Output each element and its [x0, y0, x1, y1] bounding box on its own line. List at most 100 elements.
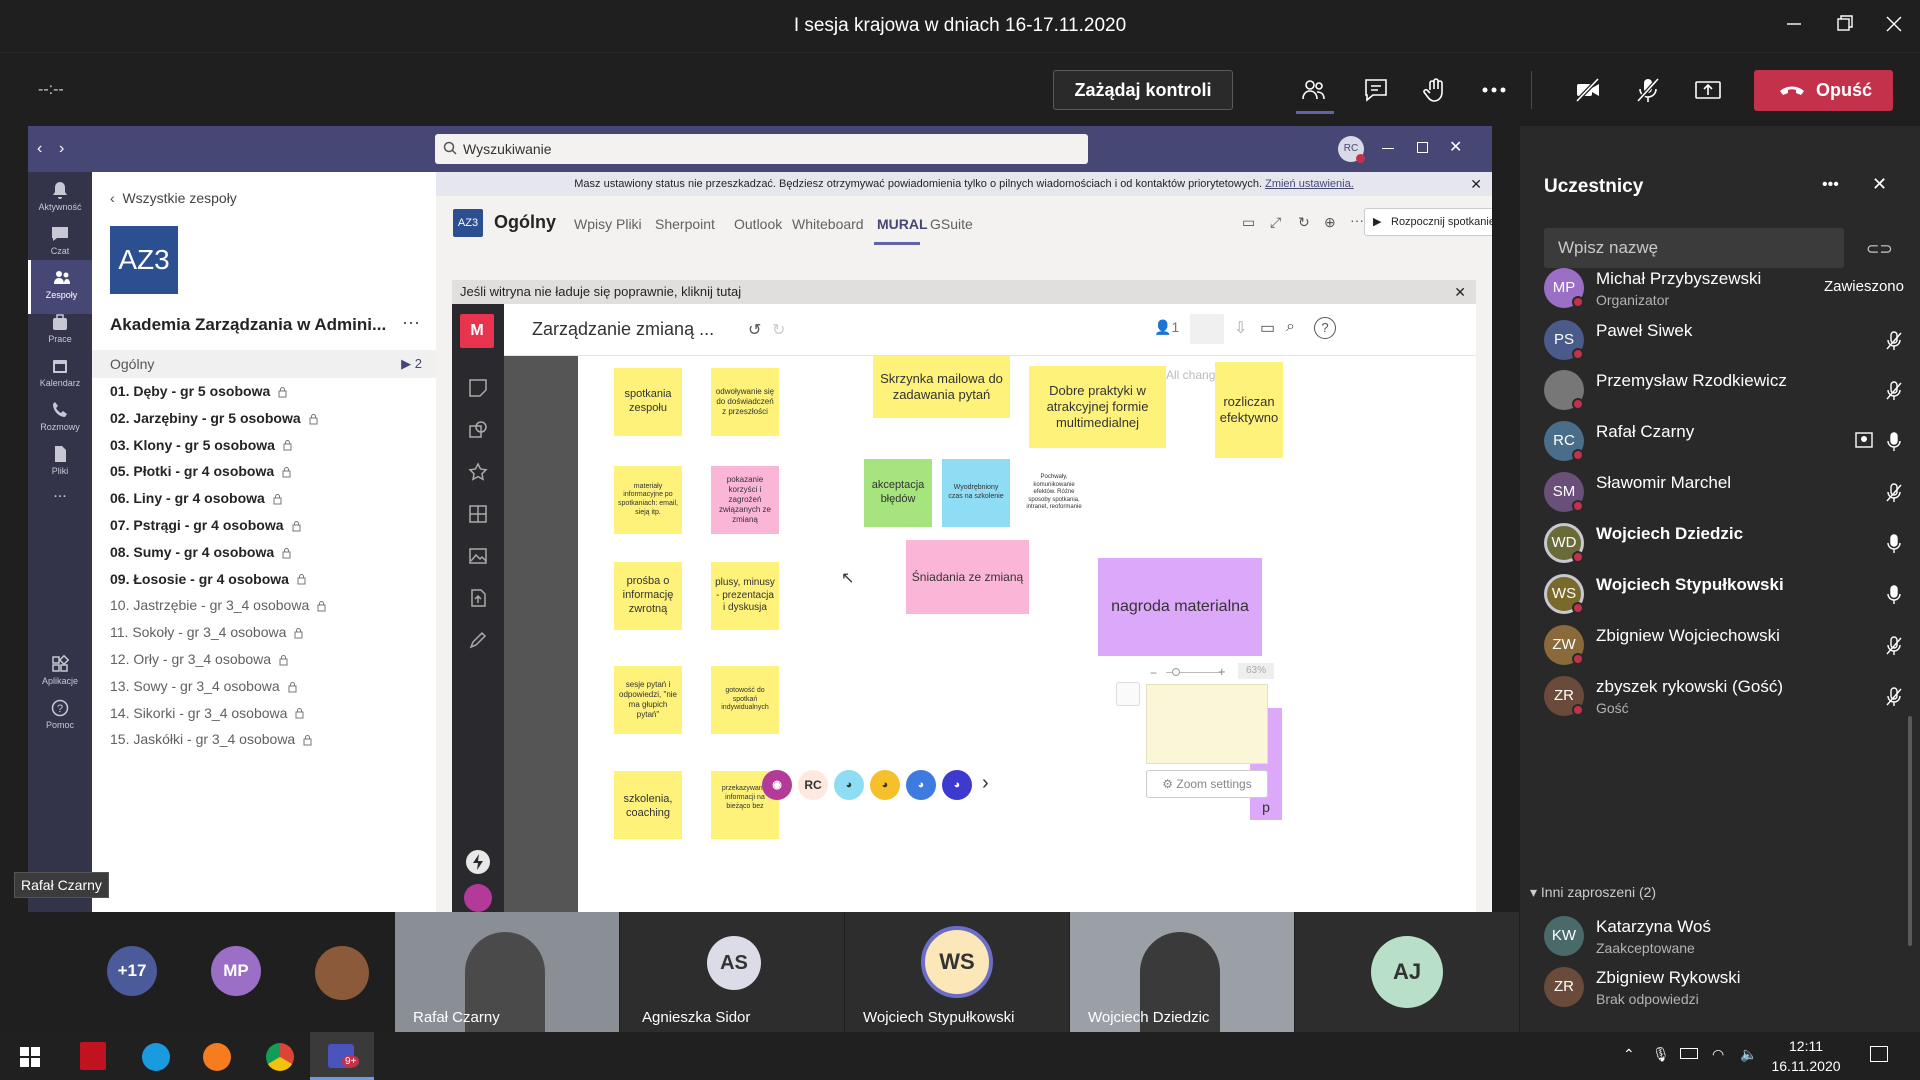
tab-files[interactable]: Pliki	[616, 216, 642, 232]
mic-icon[interactable]	[1884, 584, 1904, 606]
channel-item[interactable]: 13. Sowy - gr 3_4 osobowa	[110, 678, 297, 694]
forward-arrow-icon[interactable]: ›	[59, 140, 64, 158]
close-icon[interactable]	[1882, 12, 1906, 36]
camera-off-icon[interactable]	[1574, 76, 1602, 104]
maximize-icon[interactable]	[1832, 12, 1856, 36]
reload-icon[interactable]: ↻	[1298, 214, 1310, 231]
more-participants-counter[interactable]: +17	[107, 946, 157, 996]
participants-more-icon[interactable]: •••	[1822, 176, 1839, 194]
sticky-note[interactable]: prośba o informację zwrotną	[614, 562, 682, 630]
participant-row[interactable]: PS Paweł Siwek	[1544, 316, 1904, 366]
sticky-note[interactable]: pokazanie korzyści i zagrożeń związanych…	[711, 466, 779, 534]
channel-item[interactable]: 02. Jarzębiny - gr 5 osobowa	[110, 410, 318, 426]
participant-row[interactable]: ZR zbyszek rykowski (Gość) Gość	[1544, 672, 1904, 722]
sticky-note[interactable]: materiały informacyjne po spotkaniach: e…	[614, 466, 682, 534]
participant-row[interactable]: Przemysław Rzodkiewicz	[1544, 366, 1904, 416]
channel-item[interactable]: 06. Liny - gr 4 osobowa	[110, 490, 282, 506]
windows-start-icon[interactable]	[20, 1047, 40, 1067]
sticky-note[interactable]: sesje pytań i odpowiedzi, "nie ma głupic…	[614, 666, 682, 734]
sticky-note[interactable]: nagroda materialna	[1098, 558, 1262, 656]
site-notice-close-icon[interactable]: ✕	[1454, 280, 1466, 304]
collaborator-animal-avatar[interactable]: ◕	[834, 770, 864, 800]
mural-canvas[interactable]: All changes saved spotkania zespołu odwo…	[504, 356, 1476, 912]
file-upload-icon[interactable]	[468, 588, 488, 608]
sticky-note[interactable]: rozliczan efektywno	[1215, 362, 1283, 458]
zoom-settings-button[interactable]: ⚙ Zoom settings	[1146, 770, 1268, 798]
zoom-out-icon[interactable]: −	[1150, 666, 1157, 680]
wifi-icon[interactable]: ◠	[1712, 1046, 1724, 1063]
channel-item[interactable]: 15. Jaskółki - gr 3_4 osobowa	[110, 731, 312, 747]
participant-search-input[interactable]: Wpisz nazwę	[1544, 228, 1844, 268]
hand-tool-icon[interactable]	[1116, 682, 1140, 706]
mural-title[interactable]: Zarządzanie zmianą ...	[532, 319, 714, 340]
teams-taskbar-button[interactable]: 9+	[310, 1032, 374, 1080]
channel-item[interactable]: 07. Pstrągi - gr 4 osobowa	[110, 517, 301, 533]
teams-restore-icon[interactable]	[1417, 142, 1428, 153]
tab-more-icon[interactable]: ···	[1350, 212, 1364, 228]
comments-icon[interactable]: ▭	[1260, 318, 1275, 338]
tab-mural[interactable]: MURAL	[877, 216, 928, 232]
participant-row[interactable]: SM Sławomir Marchel	[1544, 468, 1904, 518]
participant-row[interactable]: WS Wojciech Stypułkowski	[1544, 570, 1904, 620]
change-settings-link[interactable]: Zmień ustawienia.	[1265, 178, 1354, 190]
ladybug-avatar-icon[interactable]	[464, 884, 492, 912]
raise-hand-icon[interactable]	[1422, 76, 1450, 104]
video-tile[interactable]: AJ	[1295, 912, 1519, 1032]
volume-icon[interactable]: 🔈	[1740, 1046, 1757, 1063]
back-arrow-icon[interactable]: ‹	[37, 140, 42, 158]
video-tile[interactable]: Wojciech Dziedzic	[1070, 912, 1294, 1032]
conversation-icon[interactable]: ▭	[1242, 214, 1255, 231]
share-invite-link-icon[interactable]: ⊂⊃	[1866, 239, 1893, 259]
sticky-note[interactable]: Wyodrębniony czas na szkolenie	[942, 459, 1010, 527]
sticky-note-icon[interactable]	[468, 378, 488, 398]
channel-general[interactable]: Ogólny ▶ 2	[92, 350, 436, 378]
more-options-icon[interactable]	[1480, 76, 1508, 104]
undo-icon[interactable]: ↺	[748, 320, 761, 340]
participants-close-icon[interactable]: ✕	[1872, 174, 1887, 195]
tab-sharepoint[interactable]: Sherpoint	[655, 216, 715, 232]
sticky-note[interactable]: Skrzynka mailowa do zadawania pytań	[873, 356, 1010, 418]
channel-item[interactable]: 05. Płotki - gr 4 osobowa	[110, 463, 291, 479]
acrobat-icon[interactable]	[80, 1042, 106, 1070]
mic-muted-icon[interactable]	[1884, 686, 1904, 708]
shapes-icon[interactable]	[468, 420, 488, 440]
lightning-icon[interactable]	[466, 850, 490, 874]
collaborator-animal-avatar[interactable]: ◕	[942, 770, 972, 800]
sticky-note[interactable]: Dobre praktyki w atrakcyjnej formie mult…	[1029, 366, 1166, 448]
download-icon[interactable]: ⇩	[1234, 318, 1247, 338]
all-teams-link[interactable]: ‹ Wszystkie zespoły	[110, 190, 237, 206]
mic-muted-icon[interactable]	[1884, 635, 1904, 657]
teams-close-icon[interactable]: ✕	[1449, 137, 1462, 157]
tray-mic-icon[interactable]: 🎙	[1652, 1046, 1670, 1063]
chat-icon[interactable]	[1362, 76, 1390, 104]
action-center-icon[interactable]	[1870, 1046, 1888, 1062]
tab-gsuite[interactable]: GSuite	[930, 216, 973, 232]
rail-files[interactable]: Pliki	[28, 436, 92, 490]
collaborator-avatar-rc[interactable]: RC	[798, 770, 828, 800]
video-tile[interactable]: WS Wojciech Stypułkowski	[845, 912, 1069, 1032]
invited-row[interactable]: KW Katarzyna Woś Zaakceptowane	[1544, 912, 1904, 962]
channel-item[interactable]: 10. Jastrzębie - gr 3_4 osobowa	[110, 597, 326, 613]
invited-row[interactable]: ZR Zbigniew Rykowski Brak odpowiedzi	[1544, 963, 1904, 1013]
mic-muted-icon[interactable]	[1884, 482, 1904, 504]
channel-item[interactable]: 09. Łososie - gr 4 osobowa	[110, 571, 306, 587]
zoom-in-icon[interactable]: +	[1218, 664, 1226, 679]
edge-icon[interactable]	[142, 1043, 170, 1071]
mic-muted-icon[interactable]	[1884, 380, 1904, 402]
scrollbar[interactable]	[1908, 716, 1912, 946]
site-notice[interactable]: Jeśli witryna nie ładuje się poprawnie, …	[452, 280, 1476, 304]
video-tile[interactable]: AS Agnieszka Sidor	[620, 912, 844, 1032]
clock-date[interactable]: 16.11.2020	[1768, 1058, 1844, 1074]
mic-muted-icon[interactable]	[1884, 330, 1904, 352]
teams-minimize-icon[interactable]	[1382, 148, 1394, 149]
sticky-note[interactable]: Śniadania ze zmianą	[906, 540, 1029, 614]
share-upload-icon[interactable]	[1190, 314, 1224, 344]
globe-icon[interactable]: ⊕	[1324, 214, 1336, 231]
expand-icon[interactable]: ⤢	[1270, 214, 1281, 231]
collaborator-animal-avatar[interactable]: ◕	[906, 770, 936, 800]
tab-outlook[interactable]: Outlook	[734, 216, 782, 232]
participant-photo-avatar[interactable]	[315, 946, 369, 1000]
participant-row[interactable]: WD Wojciech Dziedzic	[1544, 519, 1904, 569]
image-icon[interactable]	[468, 546, 488, 566]
tray-chevron-icon[interactable]: ⌃	[1623, 1046, 1635, 1063]
